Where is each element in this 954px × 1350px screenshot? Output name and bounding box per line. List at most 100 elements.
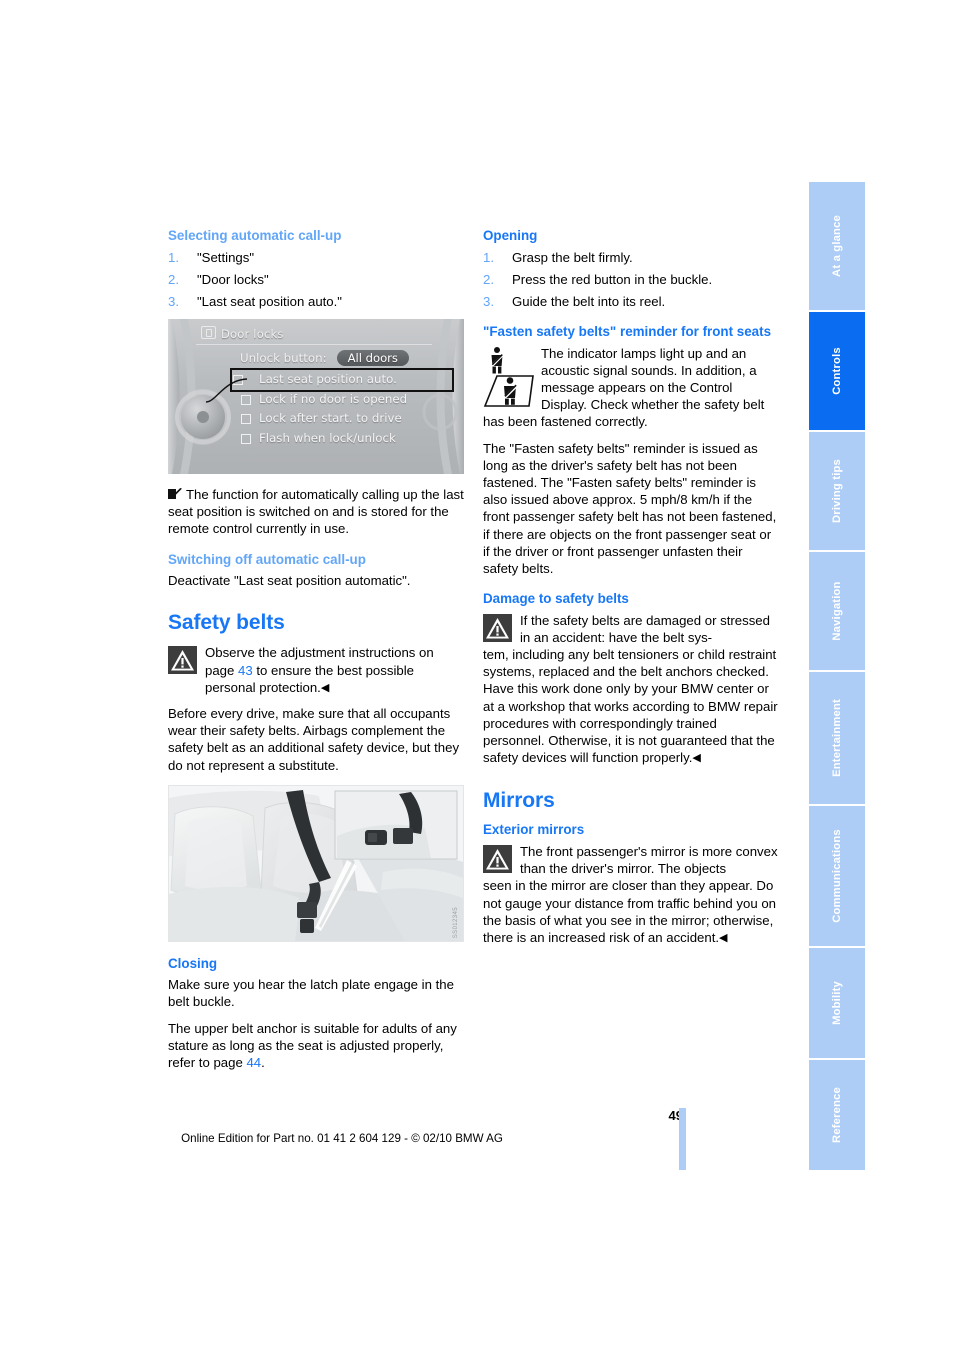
tab-navigation[interactable]: Navigation [809, 552, 865, 670]
heading-opening: Opening [483, 228, 538, 243]
left-column: Selecting automatic call-up 1. "Settings… [168, 228, 464, 1080]
tab-mobility[interactable]: Mobility [809, 948, 865, 1058]
step-number: 1. [483, 249, 494, 265]
warning-end-marker: ◀ [719, 931, 728, 944]
tab-reference[interactable]: Reference [809, 1060, 865, 1170]
warning-body-indented: The front passenger's mirror is more con… [520, 843, 778, 877]
tab-label: Controls [831, 347, 843, 395]
belt-photo-shapes [169, 785, 463, 941]
closing-para-2: The upper belt anchor is suitable for ad… [168, 1020, 464, 1072]
warning-rest-text: tem, including any belt tensioners or ch… [483, 647, 778, 766]
step-text: "Last seat position auto." [197, 293, 342, 309]
tab-driving-tips[interactable]: Driving tips [809, 432, 865, 550]
step-number: 2. [168, 271, 179, 287]
warning-adjustment-instructions: Observe the adjustment instructions on p… [168, 644, 464, 696]
belt-reminder-continuation: has been fastened correctly. [483, 414, 648, 430]
warning-rest-text: seen in the mirror are closer than they … [483, 878, 776, 945]
switching-off-text: Deactivate "Last seat position automatic… [168, 573, 411, 589]
warning-exterior-mirrors: The front passenger's mirror is more con… [483, 843, 779, 946]
note-automatic-call-up: The function for automatically calling u… [168, 486, 464, 538]
heading-switching-off-automatic-call-up: Switching off automatic call-up [168, 551, 366, 567]
step-number: 2. [483, 271, 494, 287]
steps-opening: 1. Grasp the belt firmly. 2. Press the r… [483, 249, 779, 311]
fasten-reminder-body: The "Fasten safety belts" reminder is is… [483, 440, 777, 576]
warning-body-rest: tem, including any belt tensioners or ch… [483, 646, 779, 766]
belt-reminder-body: The indicator lamps light up and an acou… [541, 345, 779, 414]
heading-exterior-mirrors: Exterior mirrors [483, 822, 585, 838]
manual-page: Selecting automatic call-up 1. "Settings… [0, 0, 954, 1350]
step-text: "Door locks" [197, 271, 269, 287]
warning-body-indented: If the safety belts are damaged or stres… [520, 612, 770, 645]
heading-selecting-automatic-call-up: Selecting automatic call-up [168, 228, 342, 243]
step-number: 1. [168, 249, 179, 265]
belt-reminder-indented-text: The indicator lamps light up and an acou… [541, 345, 765, 413]
warning-end-marker: ◀ [692, 752, 701, 765]
thumb-index-tabs: At a glance Controls Driving tips Naviga… [809, 182, 865, 1172]
right-column: Opening 1. Grasp the belt firmly. 2. Pre… [483, 228, 779, 955]
closing-text-a: The upper belt anchor is suitable for ad… [168, 1020, 457, 1071]
unlock-button-label: Unlock button: [240, 351, 327, 365]
idrive-option-lock-after-start[interactable]: Lock after start. to drive [240, 409, 425, 429]
list-item: 3. "Last seat position auto." [168, 293, 464, 311]
list-item: 2. Press the red button in the buckle. [483, 271, 779, 289]
list-item: 3. Guide the belt into its reel. [483, 293, 779, 311]
idrive-option-last-seat-position[interactable]: Last seat position auto. [230, 368, 454, 392]
tab-controls[interactable]: Controls [809, 312, 865, 430]
section-title-safety-belts: Safety belts [168, 611, 285, 635]
figure-credit: SS012345 [452, 906, 459, 938]
safety-belt-illustration: SS012345 [168, 784, 464, 942]
list-item: 1. Grasp the belt firmly. [483, 249, 779, 267]
tab-label: Communications [831, 829, 843, 923]
heading-closing: Closing [168, 955, 218, 971]
figure-safety-belt: SS012345 [168, 784, 464, 942]
divider [196, 344, 432, 345]
tab-label: Navigation [831, 581, 843, 641]
warning-triangle-icon [483, 613, 512, 642]
tab-label: Entertainment [831, 699, 843, 777]
step-text: "Settings" [197, 249, 255, 265]
step-text: Press the red button in the buckle. [512, 271, 713, 287]
option-label: Last seat position auto. [259, 372, 397, 386]
heading-damage-to-safety-belts: Damage to safety belts [483, 591, 629, 607]
idrive-title-bar: Door locks [201, 326, 426, 343]
tab-at-a-glance[interactable]: At a glance [809, 182, 865, 310]
warning-end-marker: ◀ [320, 681, 330, 694]
step-number: 3. [483, 293, 494, 309]
page-number: 49 [668, 1108, 683, 1123]
idrive-screen: Door locks Unlock button: All doors Last … [168, 319, 464, 474]
footer-copyright: Online Edition for Part no. 01 41 2 604 … [181, 1132, 503, 1145]
door-lock-icon [201, 326, 216, 339]
tab-communications[interactable]: Communications [809, 806, 865, 946]
step-text: Grasp the belt firmly. [512, 249, 633, 265]
warning-body-rest: seen in the mirror are closer than they … [483, 877, 779, 946]
idrive-option-lock-if-no-door[interactable]: Lock if no door is opened [240, 390, 425, 410]
warning-damage-to-safety-belts: If the safety belts are damaged or stres… [483, 612, 779, 767]
idrive-option-flash-when-lock[interactable]: Flash when lock/unlock [240, 429, 425, 449]
idrive-unlock-row: Unlock button: All doors [240, 350, 409, 366]
warning-triangle-icon [483, 844, 512, 873]
checkbox-icon [241, 414, 251, 424]
tab-label: Mobility [831, 981, 843, 1025]
closing-text-b: . [261, 1055, 265, 1071]
warning-body: Observe the adjustment instructions on p… [205, 644, 464, 696]
safety-belts-body: Before every drive, make sure that all o… [168, 705, 460, 773]
closing-para-1: Make sure you hear the latch plate engag… [168, 977, 454, 1010]
option-label: Lock if no door is opened [259, 391, 408, 406]
option-label: Flash when lock/unlock [259, 430, 396, 445]
page-reference-43[interactable]: 43 [238, 663, 253, 678]
belt-reminder-warning: The indicator lamps light up and an acou… [483, 345, 779, 431]
tab-entertainment[interactable]: Entertainment [809, 672, 865, 804]
unlock-button-value[interactable]: All doors [336, 350, 409, 366]
checkmark-icon [168, 487, 183, 499]
list-item: 1. "Settings" [168, 249, 464, 267]
option-label: Lock after start. to drive [259, 411, 402, 425]
warning-triangle-icon [168, 646, 197, 675]
figure-idrive-door-locks: Door locks Unlock button: All doors Last … [168, 319, 464, 474]
tab-label: Driving tips [831, 459, 843, 523]
checkbox-icon [241, 433, 251, 444]
step-number: 3. [168, 293, 179, 309]
page-reference-44[interactable]: 44 [246, 1055, 261, 1070]
section-title-mirrors: Mirrors [483, 789, 555, 813]
idrive-title: Door locks [221, 327, 284, 341]
list-item: 2. "Door locks" [168, 271, 464, 289]
